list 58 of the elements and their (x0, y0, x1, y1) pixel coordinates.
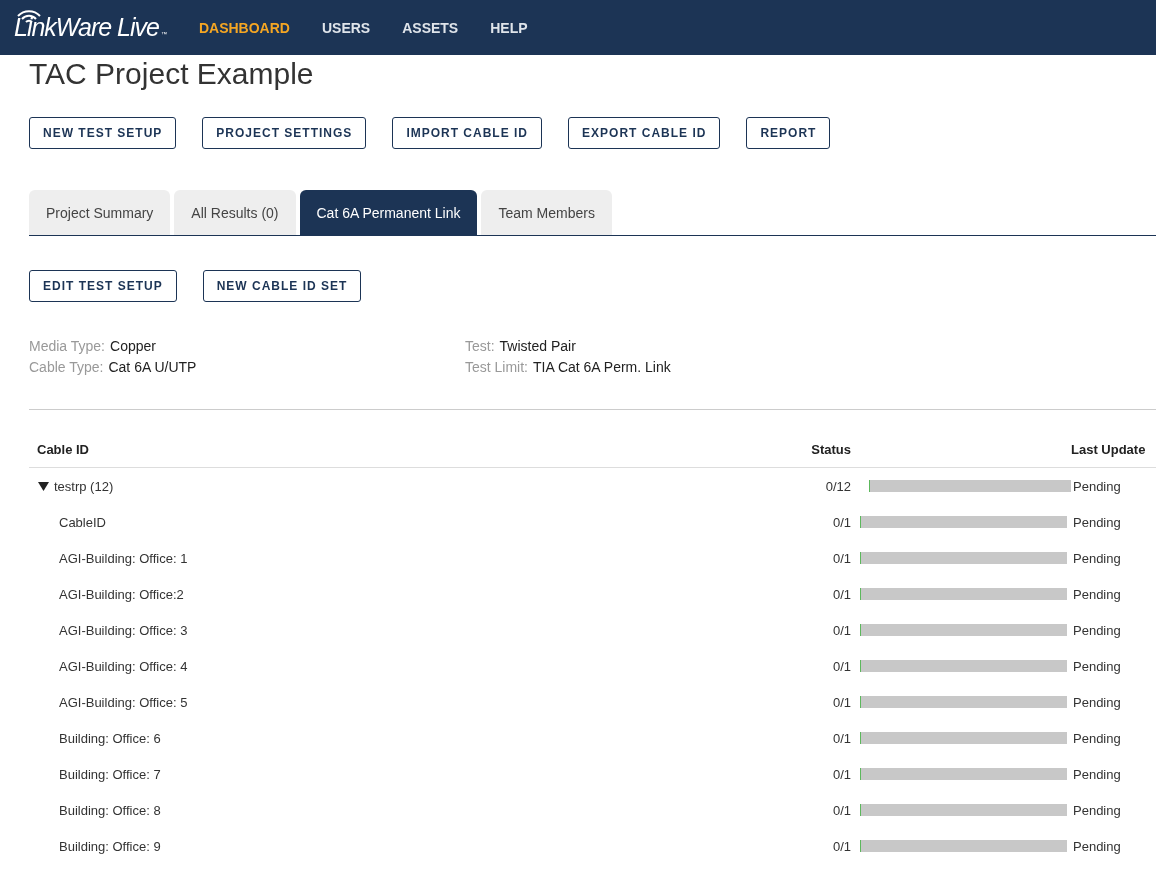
logo-text[interactable]: LinkWare Live (14, 13, 159, 42)
cable-id-label: CableID (59, 514, 106, 530)
column-header: Cable ID (36, 442, 90, 457)
last-update-text: Pending (1072, 514, 1122, 530)
action-button[interactable]: EXPORT CABLE ID (568, 117, 721, 149)
action-button[interactable]: PROJECT SETTINGS (202, 117, 367, 149)
status-count: 0/1 (831, 802, 851, 818)
status-count: 0/1 (831, 694, 851, 710)
cable-id-label: AGI-Building: Office: 3 (59, 622, 188, 638)
column-header: Status (810, 442, 851, 457)
detail-text: Test Limit: TIA Cat 6A Perm. Link (465, 359, 672, 375)
column-header: Last Update (1071, 442, 1147, 457)
cable-id-label: Building: Office: 7 (59, 766, 161, 782)
action-button[interactable]: IMPORT CABLE ID (392, 117, 543, 149)
last-update-text: Pending (1072, 730, 1122, 746)
cable-id-label: Building: Office: 6 (59, 730, 161, 746)
last-update-text: Pending (1072, 658, 1122, 674)
status-count: 0/1 (831, 586, 851, 602)
tab[interactable]: Project Summary (29, 190, 171, 235)
last-update-text: Pending (1072, 802, 1122, 818)
action-button[interactable]: EDIT TEST SETUP (29, 270, 177, 302)
last-update-text: Pending (1072, 694, 1122, 710)
last-update-text: Pending (1072, 766, 1122, 782)
detail-text: Test: Twisted Pair (465, 338, 577, 354)
status-count: 0/1 (831, 658, 851, 674)
action-button[interactable]: NEW TEST SETUP (29, 117, 177, 149)
last-update-text: Pending (1072, 838, 1122, 854)
nav-link[interactable]: USERS (305, 19, 387, 36)
cable-id-label: Building: Office: 8 (59, 802, 161, 818)
cable-id-label: Building: Office: 9 (59, 838, 161, 854)
status-count: 0/12 (824, 478, 851, 494)
status-count: 0/1 (831, 514, 851, 530)
last-update-text: Pending (1072, 550, 1122, 566)
status-count: 0/1 (831, 730, 851, 746)
tab[interactable]: Team Members (481, 190, 612, 235)
action-button[interactable]: REPORT (746, 117, 831, 149)
cable-id-label: AGI-Building: Office: 4 (59, 658, 188, 674)
project-title: TAC Project Example (29, 57, 315, 91)
cable-id-label: testrp (12) (54, 478, 114, 494)
cable-id-label: AGI-Building: Office:2 (59, 586, 184, 602)
status-count: 0/1 (831, 622, 851, 638)
detail-text: Cable Type: Cat 6A U/UTP (29, 359, 198, 375)
status-count: 0/1 (831, 766, 851, 782)
tab[interactable]: All Results (0) (174, 190, 296, 235)
detail-text: Media Type: Copper (29, 338, 157, 354)
last-update-text: Pending (1072, 622, 1122, 638)
cable-id-label: AGI-Building: Office: 1 (59, 550, 188, 566)
nav-link[interactable]: HELP (474, 19, 544, 36)
status-count: 0/1 (831, 550, 851, 566)
status-count: 0/1 (831, 838, 851, 854)
action-button[interactable]: NEW CABLE ID SET (202, 270, 362, 302)
caret-down-icon[interactable] (38, 480, 49, 492)
nav-link[interactable]: ASSETS (386, 19, 475, 36)
last-update-text: Pending (1072, 586, 1122, 602)
last-update-text: Pending (1072, 478, 1122, 494)
nav-link[interactable]: DASHBOARD (182, 19, 306, 36)
cable-id-label: AGI-Building: Office: 5 (59, 694, 188, 710)
tab[interactable]: Cat 6A Permanent Link (299, 190, 478, 235)
